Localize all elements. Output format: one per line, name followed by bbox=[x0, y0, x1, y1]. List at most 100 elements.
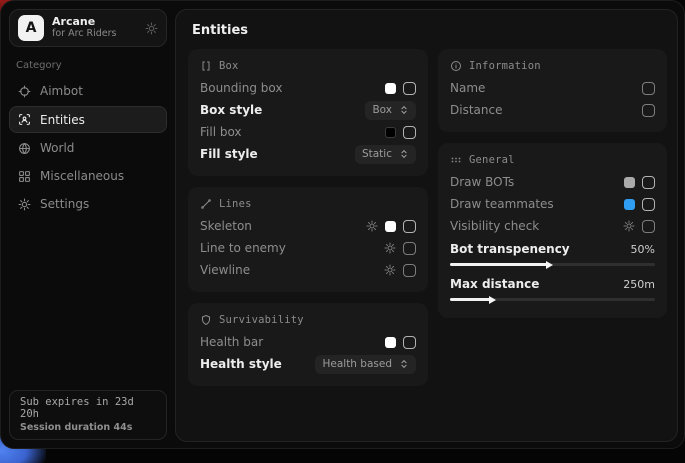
visibility-check-checkbox[interactable] bbox=[642, 220, 655, 233]
draw-teammates-label: Draw teammates bbox=[450, 197, 554, 211]
setting-row-health-bar: Health bar bbox=[200, 331, 416, 353]
line-to-enemy-checkbox[interactable] bbox=[403, 242, 416, 255]
draw-bots-checkbox[interactable] bbox=[642, 176, 655, 189]
sidebar: A Arcane for Arc Riders Category bbox=[1, 1, 175, 448]
row-controls bbox=[385, 126, 416, 139]
brand-card: A Arcane for Arc Riders bbox=[9, 9, 167, 47]
subscription-info-card: Sub expires in 23d 20h Session duration … bbox=[9, 390, 167, 440]
gear-icon[interactable] bbox=[384, 242, 396, 254]
globe-icon bbox=[18, 142, 31, 155]
crosshair-icon bbox=[18, 85, 31, 98]
distance-label: Distance bbox=[450, 103, 502, 117]
setting-row-draw-teammates: Draw teammates bbox=[450, 193, 655, 215]
sidebar-item-label: Entities bbox=[40, 113, 85, 127]
fill-box-label: Fill box bbox=[200, 125, 242, 139]
survivability-section: Survivability Health bar Health style He… bbox=[188, 303, 428, 386]
row-controls bbox=[624, 176, 655, 189]
draw-teammates-color-swatch[interactable] bbox=[624, 199, 635, 210]
health-style-value: Health based bbox=[322, 358, 392, 370]
row-controls bbox=[384, 242, 416, 255]
health-bar-label: Health bar bbox=[200, 335, 263, 349]
fill-box-checkbox[interactable] bbox=[403, 126, 416, 139]
slider-fill bbox=[450, 263, 548, 266]
general-section-header: General bbox=[450, 154, 655, 166]
setting-row-visibility-check: Visibility check bbox=[450, 215, 655, 237]
box-section-title: Box bbox=[219, 60, 239, 72]
gear-icon bbox=[18, 198, 31, 211]
draw-bots-label: Draw BOTs bbox=[450, 175, 514, 189]
skeleton-color-swatch[interactable] bbox=[385, 221, 396, 232]
gear-icon[interactable] bbox=[623, 220, 635, 232]
information-section: Information Name Distance bbox=[438, 49, 667, 132]
sidebar-item-entities[interactable]: Entities bbox=[9, 106, 167, 133]
unfold-icon bbox=[399, 359, 409, 369]
bot-transparency-label: Bot transpenency bbox=[450, 242, 570, 256]
fill-style-label: Fill style bbox=[200, 147, 258, 161]
skeleton-checkbox[interactable] bbox=[403, 220, 416, 233]
grid-icon bbox=[18, 170, 31, 183]
app-logo: A bbox=[18, 15, 44, 41]
info-icon bbox=[450, 60, 462, 72]
max-distance-slider[interactable] bbox=[450, 298, 655, 301]
setting-row-max-distance: Max distance 250m bbox=[450, 272, 655, 307]
sidebar-nav: Aimbot Entities World bbox=[9, 78, 167, 217]
sidebar-item-settings[interactable]: Settings bbox=[9, 191, 167, 217]
fill-box-color-swatch[interactable] bbox=[385, 127, 396, 138]
lines-section-header: Lines bbox=[200, 198, 416, 210]
person-scan-icon bbox=[18, 113, 31, 126]
health-bar-checkbox[interactable] bbox=[403, 336, 416, 349]
box-section: Box Bounding box Box style Box bbox=[188, 49, 428, 176]
gear-icon[interactable] bbox=[384, 264, 396, 276]
bot-transparency-slider[interactable] bbox=[450, 263, 655, 266]
brand-text: Arcane for Arc Riders bbox=[52, 16, 137, 40]
gear-icon[interactable] bbox=[145, 22, 158, 35]
setting-row-bot-transparency: Bot transpenency 50% bbox=[450, 237, 655, 272]
distance-checkbox[interactable] bbox=[642, 104, 655, 117]
sidebar-item-miscellaneous[interactable]: Miscellaneous bbox=[9, 163, 167, 189]
setting-row-distance: Distance bbox=[450, 99, 655, 121]
name-checkbox[interactable] bbox=[642, 82, 655, 95]
visibility-check-label: Visibility check bbox=[450, 219, 539, 233]
main-panel: Entities Box Bounding box bbox=[175, 9, 678, 442]
max-distance-value: 250m bbox=[623, 278, 655, 291]
draw-teammates-checkbox[interactable] bbox=[642, 198, 655, 211]
app-title: Arcane bbox=[52, 16, 137, 29]
gear-icon[interactable] bbox=[366, 220, 378, 232]
sidebar-item-label: Miscellaneous bbox=[40, 169, 124, 183]
health-bar-color-swatch[interactable] bbox=[385, 337, 396, 348]
viewline-checkbox[interactable] bbox=[403, 264, 416, 277]
box-style-dropdown[interactable]: Box bbox=[365, 101, 416, 120]
box-style-label: Box style bbox=[200, 103, 262, 117]
max-distance-label: Max distance bbox=[450, 277, 539, 291]
viewline-label: Viewline bbox=[200, 263, 250, 277]
sub-expires-text: Sub expires in 23d 20h bbox=[20, 396, 156, 420]
page-title: Entities bbox=[176, 10, 677, 47]
survivability-section-title: Survivability bbox=[219, 314, 304, 326]
shield-icon bbox=[200, 314, 212, 326]
slider-thumb[interactable] bbox=[546, 261, 553, 269]
bounding-box-color-swatch[interactable] bbox=[385, 83, 396, 94]
setting-row-box-style: Box style Box bbox=[200, 99, 416, 121]
setting-row-line-to-enemy: Line to enemy bbox=[200, 237, 416, 259]
sidebar-item-aimbot[interactable]: Aimbot bbox=[9, 78, 167, 104]
sidebar-item-world[interactable]: World bbox=[9, 135, 167, 161]
unfold-icon bbox=[399, 149, 409, 159]
setting-row-skeleton: Skeleton bbox=[200, 215, 416, 237]
setting-row-fill-box: Fill box bbox=[200, 121, 416, 143]
draw-bots-color-swatch[interactable] bbox=[624, 177, 635, 188]
bounding-box-checkbox[interactable] bbox=[403, 82, 416, 95]
line-icon bbox=[200, 198, 212, 210]
general-section: General Draw BOTs Draw teammates bbox=[438, 143, 667, 318]
slider-thumb[interactable] bbox=[489, 296, 496, 304]
setting-row-fill-style: Fill style Static bbox=[200, 143, 416, 165]
row-controls bbox=[384, 264, 416, 277]
setting-row-viewline: Viewline bbox=[200, 259, 416, 281]
fill-style-dropdown[interactable]: Static bbox=[355, 145, 416, 164]
app-subtitle: for Arc Riders bbox=[52, 29, 137, 40]
setting-row-draw-bots: Draw BOTs bbox=[450, 171, 655, 193]
name-label: Name bbox=[450, 81, 485, 95]
setting-row-health-style: Health style Health based bbox=[200, 353, 416, 375]
information-section-header: Information bbox=[450, 60, 655, 72]
setting-row-name: Name bbox=[450, 77, 655, 99]
health-style-dropdown[interactable]: Health based bbox=[315, 355, 416, 374]
